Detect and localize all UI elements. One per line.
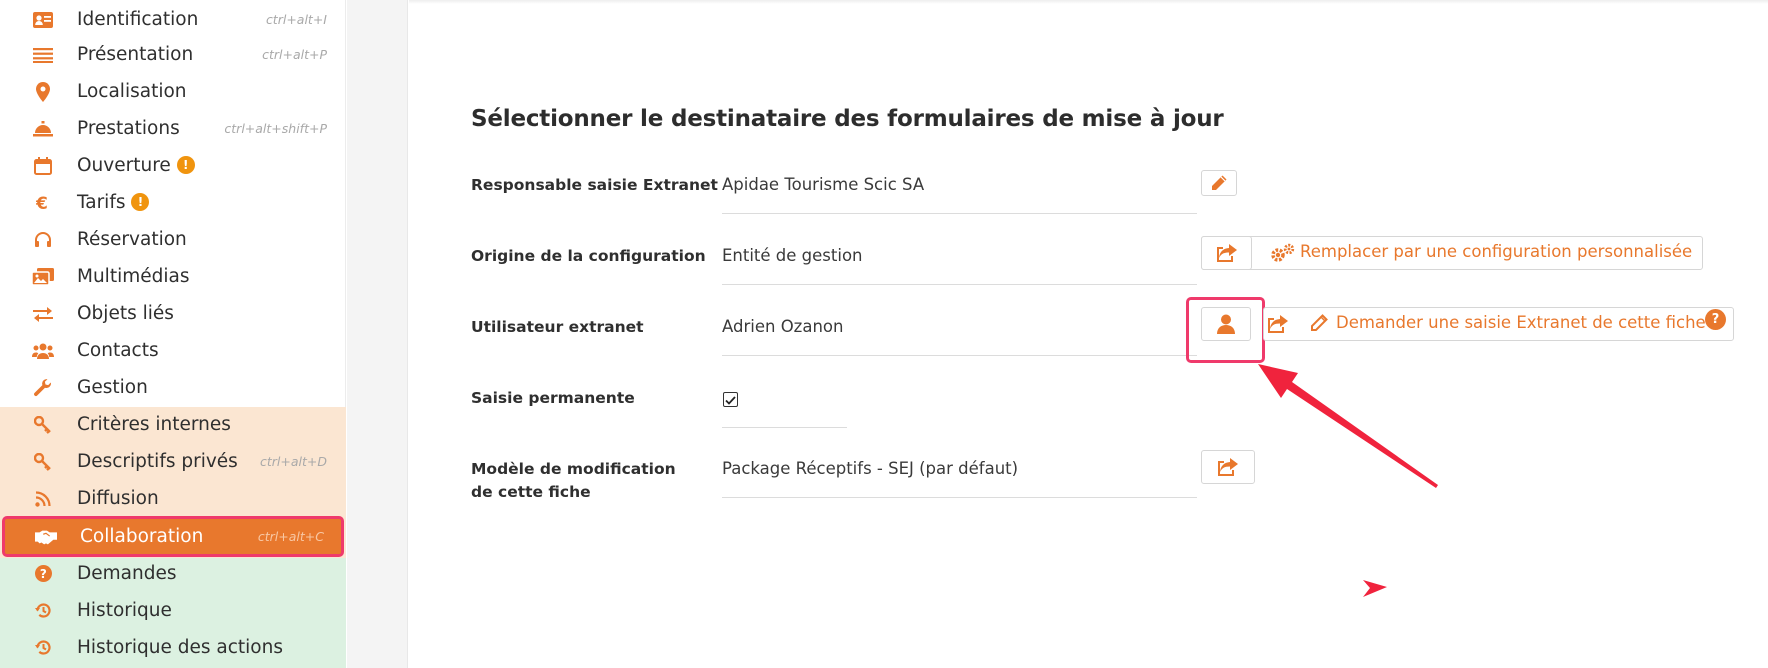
sidebar-item-label: Prestations xyxy=(77,118,180,139)
sidebar-item-criteres-internes[interactable]: Critères internes xyxy=(0,406,346,443)
sidebar-item-tarifs[interactable]: € Tarifs! xyxy=(0,184,346,221)
share-icon xyxy=(1217,457,1239,477)
key-icon xyxy=(32,452,54,472)
sidebar-item-label: Critères internes xyxy=(77,414,231,435)
question-circle-icon: ? xyxy=(32,564,54,584)
utilisateur-label: Utilisateur extranet xyxy=(471,318,644,336)
sidebar-item-diffusion[interactable]: Diffusion xyxy=(0,480,346,517)
sidebar-item-label: Collaboration xyxy=(80,526,204,547)
shortcut-hint: ctrl+alt+C xyxy=(257,529,324,544)
share-origine-button[interactable] xyxy=(1201,236,1252,270)
exchange-arrows-icon xyxy=(32,304,54,324)
sidebar-item-label: Réservation xyxy=(77,229,187,250)
svg-text:?: ? xyxy=(39,567,46,581)
sidebar-item-label: Ouverture! xyxy=(77,155,195,176)
top-shadow xyxy=(409,0,1768,4)
field-underline xyxy=(722,497,1197,498)
page-title: Sélectionner le destinataire des formula… xyxy=(471,106,1224,132)
images-icon xyxy=(32,267,54,287)
sidebar-item-contacts[interactable]: Contacts xyxy=(0,332,346,369)
sidebar-item-historique[interactable]: Historique xyxy=(0,592,346,629)
sidebar-item-label: Multimédias xyxy=(77,266,190,287)
field-underline xyxy=(722,213,1197,214)
headset-icon xyxy=(32,230,54,250)
sidebar-item-multimedias[interactable]: Multimédias xyxy=(0,258,346,295)
id-card-icon xyxy=(32,10,54,30)
share-modele-button[interactable] xyxy=(1201,450,1255,484)
saisie-permanente-checkbox[interactable] xyxy=(723,392,738,407)
sidebar-item-descriptifs-prives[interactable]: Descriptifs privés ctrl+alt+D xyxy=(0,443,346,480)
sidebar-item-historique-actions[interactable]: Historique des actions xyxy=(0,629,346,666)
sidebar-item-localisation[interactable]: Localisation xyxy=(0,73,346,110)
sidebar-item-demandes[interactable]: ? Demandes xyxy=(0,555,346,592)
sidebar-item-label: Demandes xyxy=(77,563,177,584)
service-bell-icon xyxy=(32,119,54,139)
sidebar-item-label: Localisation xyxy=(77,81,187,102)
user-button-highlight xyxy=(1186,297,1265,363)
help-icon[interactable]: ? xyxy=(1705,309,1726,330)
sidebar-item-gestion[interactable]: Gestion xyxy=(0,369,346,406)
sidebar-item-objets-lies[interactable]: Objets liés xyxy=(0,295,346,332)
field-underline xyxy=(722,427,847,428)
sidebar-item-prestations[interactable]: Prestations ctrl+alt+shift+P xyxy=(0,110,346,147)
shortcut-hint: ctrl+alt+P xyxy=(262,47,327,62)
key-icon xyxy=(32,415,54,435)
list-lines-icon xyxy=(32,45,54,65)
euro-icon: € xyxy=(32,193,54,213)
sidebar-item-identification[interactable]: Identification ctrl+alt+I xyxy=(0,1,346,38)
sidebar-item-label: Diffusion xyxy=(77,488,159,509)
sidebar-item-label: Identification xyxy=(77,9,199,30)
history-icon xyxy=(32,638,54,658)
pencil-icon xyxy=(1210,174,1228,192)
sidebar-item-label: Présentation xyxy=(77,44,194,65)
field-underline xyxy=(722,284,1197,285)
sidebar-item-reservation[interactable]: Réservation xyxy=(0,221,346,258)
edit-responsable-button[interactable] xyxy=(1201,170,1237,196)
svg-text:€: € xyxy=(36,194,48,212)
modele-value: Package Réceptifs - SEJ (par défaut) xyxy=(722,459,1019,478)
users-icon xyxy=(32,341,54,361)
replace-config-label: Remplacer par une configuration personna… xyxy=(1300,242,1693,261)
saisie-label: Saisie permanente xyxy=(471,389,635,407)
warning-badge: ! xyxy=(176,156,195,174)
sidebar-item-label: Historique xyxy=(77,600,172,621)
utilisateur-value: Adrien Ozanon xyxy=(722,317,844,336)
share-user-button[interactable] xyxy=(1263,307,1293,341)
pencil-icon xyxy=(1310,314,1328,336)
sidebar-nav: Identification ctrl+alt+I Présentation c… xyxy=(0,0,346,668)
warning-badge: ! xyxy=(131,193,150,211)
map-pin-icon xyxy=(32,81,54,102)
history-icon xyxy=(32,601,54,621)
handshake-icon xyxy=(35,527,57,547)
sidebar-item-presentation[interactable]: Présentation ctrl+alt+P xyxy=(0,36,346,73)
content-gutter xyxy=(347,0,408,668)
responsable-value: Apidae Tourisme Scic SA xyxy=(722,175,925,194)
modele-label: Modèle de modification de cette fiche xyxy=(471,460,676,501)
sidebar-item-ouverture[interactable]: Ouverture! xyxy=(0,147,346,184)
request-extranet-button[interactable]: Demander une saisie Extranet de cette fi… xyxy=(1307,307,1734,341)
sidebar-item-label: Gestion xyxy=(77,377,148,398)
sidebar-item-label: Contacts xyxy=(77,340,159,361)
shortcut-hint: ctrl+alt+I xyxy=(265,12,327,27)
shortcut-hint: ctrl+alt+D xyxy=(260,454,327,469)
field-underline xyxy=(722,355,1197,356)
cogs-icon xyxy=(1270,243,1296,267)
origine-value: Entité de gestion xyxy=(722,246,863,265)
sidebar-item-label: Tarifs! xyxy=(77,192,150,213)
wrench-icon xyxy=(32,378,54,398)
sidebar-item-collaboration[interactable]: Collaboration ctrl+alt+C xyxy=(2,516,344,557)
origine-label: Origine de la configuration xyxy=(471,247,706,265)
replace-config-button[interactable]: Remplacer par une configuration personna… xyxy=(1253,236,1703,270)
sidebar-item-label: Descriptifs privés xyxy=(77,451,238,472)
calendar-icon xyxy=(32,156,54,176)
request-extranet-label: Demander une saisie Extranet de cette fi… xyxy=(1336,313,1706,332)
sidebar-item-label: Objets liés xyxy=(77,303,174,324)
share-icon xyxy=(1267,314,1289,334)
share-icon xyxy=(1216,243,1238,263)
rss-icon xyxy=(32,489,54,509)
responsable-label: Responsable saisie Extranet xyxy=(471,176,718,194)
sidebar-item-label: Historique des actions xyxy=(77,637,283,658)
shortcut-hint: ctrl+alt+shift+P xyxy=(224,121,327,136)
checkmark-icon xyxy=(725,390,736,409)
